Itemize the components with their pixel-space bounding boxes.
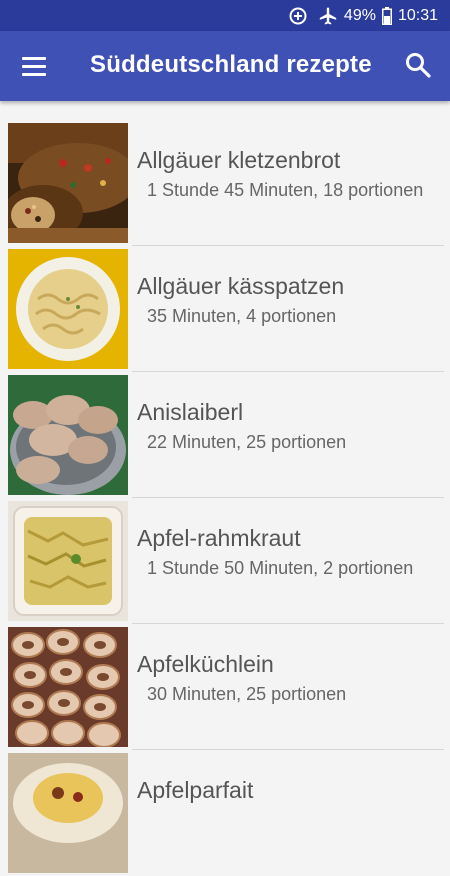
recipe-list-item[interactable]: Allgäuer kletzenbrot 1 Stunde 45 Minuten… <box>0 120 450 246</box>
recipe-meta: 1 Stunde 45 Minuten, 18 portionen <box>137 180 424 200</box>
anise-cookies-photo <box>8 375 128 495</box>
apple-cream-cabbage-photo <box>8 501 128 621</box>
battery-icon <box>381 6 392 25</box>
recipe-list-item[interactable]: Allgäuer kässpatzen 35 Minuten, 4 portio… <box>0 246 450 372</box>
apple-parfait-photo <box>8 753 128 873</box>
apple-fritters-photo <box>8 627 128 747</box>
fruit-bread-photo <box>8 123 128 243</box>
recipe-name: Allgäuer kletzenbrot <box>137 147 341 173</box>
recipe-name: Apfelküchlein <box>137 651 274 677</box>
recipe-meta: 1 Stunde 50 Minuten, 2 portionen <box>137 558 414 578</box>
recipe-list-item[interactable]: Apfelparfait <box>0 750 450 876</box>
search-icon[interactable] <box>404 51 432 79</box>
recipe-name: Anislaiberl <box>137 399 244 425</box>
data-saver-icon <box>288 6 308 26</box>
airplane-mode-icon <box>318 6 338 26</box>
recipe-list: Allgäuer kletzenbrot 1 Stunde 45 Minuten… <box>0 120 450 876</box>
recipe-list-item[interactable]: Anislaiberl 22 Minuten, 25 portionen <box>0 372 450 498</box>
clock: 10:31 <box>397 6 438 24</box>
cheese-spaetzle-photo <box>8 249 128 369</box>
recipe-meta: 30 Minuten, 25 portionen <box>137 684 347 704</box>
status-bar: 49% 10:31 <box>0 0 450 31</box>
hamburger-menu-icon[interactable] <box>22 53 48 79</box>
app-bar: Süddeutschland rezepte <box>0 31 450 101</box>
battery-percent: 49% <box>343 6 376 24</box>
page-title: Süddeutschland rezepte <box>90 51 372 78</box>
recipe-meta: 35 Minuten, 4 portionen <box>137 306 337 326</box>
recipe-meta: 22 Minuten, 25 portionen <box>137 432 347 452</box>
recipe-name: Allgäuer kässpatzen <box>137 273 345 299</box>
recipe-list-item[interactable]: Apfel-rahmkraut 1 Stunde 50 Minuten, 2 p… <box>0 498 450 624</box>
recipe-list-item[interactable]: Apfelküchlein 30 Minuten, 25 portionen <box>0 624 450 750</box>
recipe-name: Apfel-rahmkraut <box>137 525 301 551</box>
